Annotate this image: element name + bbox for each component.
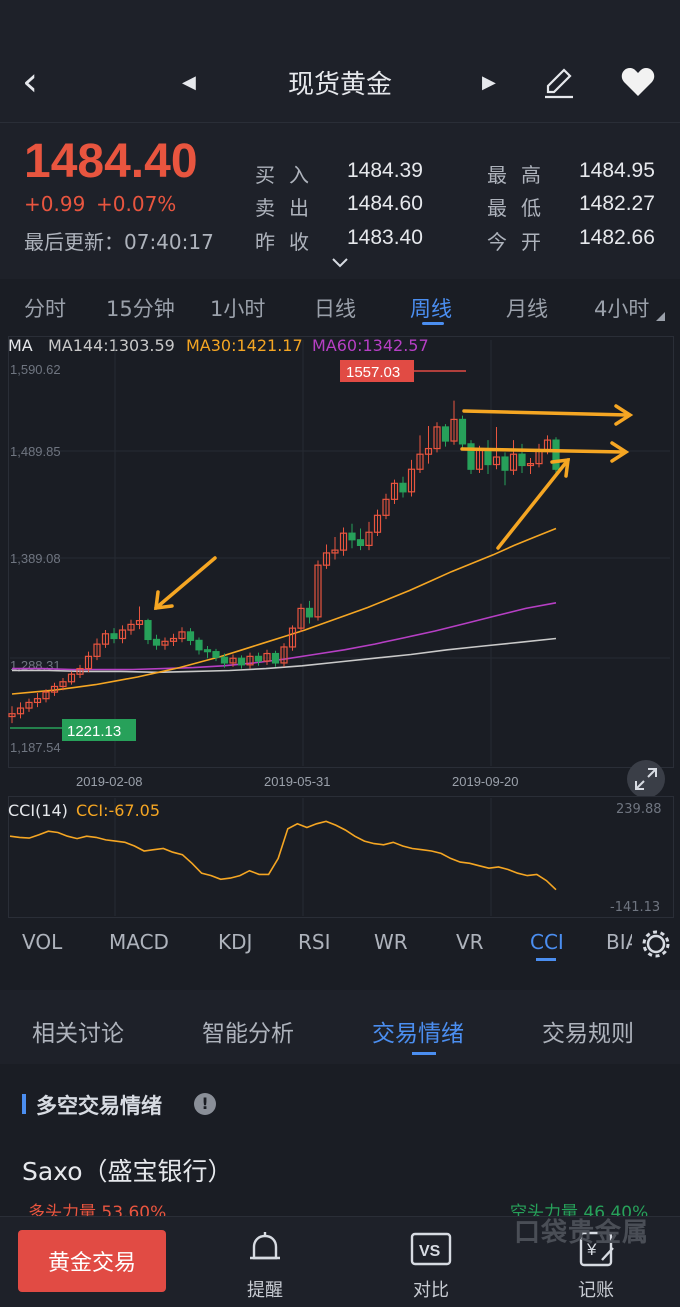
expand-chevron-icon[interactable] [330,256,350,270]
candle-body [144,620,152,641]
tab-monthly[interactable]: 月线 [506,293,548,323]
bell-icon[interactable] [246,1230,284,1268]
candle-body [110,633,118,640]
indicator-kdj[interactable]: KDJ [218,930,252,954]
x-tick-1: 2019-02-08 [76,774,143,789]
indicator-macd[interactable]: MACD [109,930,169,954]
kline-chart[interactable]: 1,590.62 1,489.85 1,389.08 1,288.31 1,18… [0,336,680,796]
tab-trade-rules[interactable]: 交易规则 [542,1014,634,1048]
candle-body [152,638,161,646]
high-value: 1484.95 [579,159,655,182]
prev-close-label: 昨收 [255,230,323,254]
y-tick-1: 1,590.62 [10,362,61,377]
fullscreen-button [627,760,665,796]
price-change: +0.99 [24,192,86,216]
tab-weekly[interactable]: 周线 [410,293,452,323]
info-icon[interactable]: ! [194,1093,216,1115]
price-change-pct: +0.07% [96,192,177,216]
settings-gear-icon[interactable] [640,928,672,960]
y-tick-5: 1,187.54 [10,740,61,755]
tab-15min[interactable]: 15分钟 [106,293,175,323]
x-tick-2: 2019-05-31 [264,774,331,789]
tab-smart-analysis[interactable]: 智能分析 [202,1014,294,1048]
sentiment-heading: 多空交易情绪 [36,1094,162,1118]
tab-1hour[interactable]: 1小时 [210,293,265,323]
indicator-wr[interactable]: WR [374,930,408,954]
top-bar [0,0,680,122]
candle-body [186,631,195,641]
tab-daily[interactable]: 日线 [314,293,356,323]
x-tick-3: 2019-09-20 [452,774,519,789]
low-value: 1482.27 [579,192,655,215]
indicator-rsi[interactable]: RSI [298,930,331,954]
candle-body [203,649,212,653]
candle-body [305,607,314,618]
section-marker [22,1094,26,1114]
next-symbol-icon[interactable]: ▶ [482,72,496,93]
indicator-active-bar [536,958,556,961]
compare-label[interactable]: 对比 [391,1276,471,1302]
tab-fenshi[interactable]: 分时 [24,293,66,323]
section-active-bar [412,1052,436,1055]
high-label: 最高 [487,163,555,187]
buy-value: 1484.39 [347,159,423,182]
candle-body [484,449,492,466]
open-value: 1482.66 [579,226,655,249]
sell-value: 1484.60 [347,192,423,215]
edit-icon[interactable] [542,66,576,100]
y-tick-2: 1,489.85 [10,444,61,459]
cci-line [9,820,557,891]
min-price-label: 1221.13 [67,723,121,740]
last-update: 最后更新：07:40:17 [24,230,214,254]
journal-label[interactable]: 记账 [556,1276,636,1302]
tab-4hour[interactable]: 4小时 [594,293,649,323]
annotation-arrows [153,404,634,611]
tab-discussion[interactable]: 相关讨论 [32,1014,124,1048]
last-price: 1484.40 [24,135,198,188]
open-label: 今开 [487,230,555,254]
svg-text:VS: VS [419,1243,441,1260]
indicator-vol[interactable]: VOL [22,930,62,954]
sell-label: 卖出 [255,196,323,220]
page-title: 现货黄金 [287,70,392,100]
candle-body [552,439,560,470]
more-timeframes-icon[interactable] [656,312,665,321]
candle-body [348,532,356,541]
indicator-cci[interactable]: CCI [530,930,564,954]
candle-body [501,456,509,471]
indicator-bias[interactable]: BIA [606,930,632,954]
candle-body [399,482,407,493]
max-price-label: 1557.03 [346,364,400,381]
remind-label[interactable]: 提醒 [225,1276,305,1302]
y-tick-3: 1,389.08 [10,551,61,566]
candle-body [441,426,450,442]
candle-body [212,651,220,658]
prev-close-value: 1483.40 [347,226,423,249]
cci-chart [9,798,557,916]
buy-label: 买入 [255,163,323,187]
tab-trade-sentiment[interactable]: 交易情绪 [372,1014,464,1048]
app-watermark: 口袋贵金属 [514,1218,650,1248]
tab-active-indicator [422,322,444,325]
broker-name: Saxo（盛宝银行） [22,1157,233,1186]
arrow-upper-channel [462,409,630,417]
candle-body [195,639,203,651]
low-label: 最低 [487,196,555,220]
candle-body [271,652,280,664]
candle-body [518,453,526,467]
compare-vs-icon[interactable]: VS [410,1232,452,1266]
candle-body [220,656,229,664]
indicator-vr[interactable]: VR [456,930,484,954]
arrow-down-left [154,556,217,610]
candle-body [237,657,246,666]
candle-body [458,418,467,445]
gold-trade-button[interactable]: 黄金交易 [18,1230,166,1292]
candle-body [356,539,365,547]
arrow-up-right [496,458,570,550]
favorite-heart-icon[interactable] [620,66,656,98]
candle-body [254,655,263,662]
